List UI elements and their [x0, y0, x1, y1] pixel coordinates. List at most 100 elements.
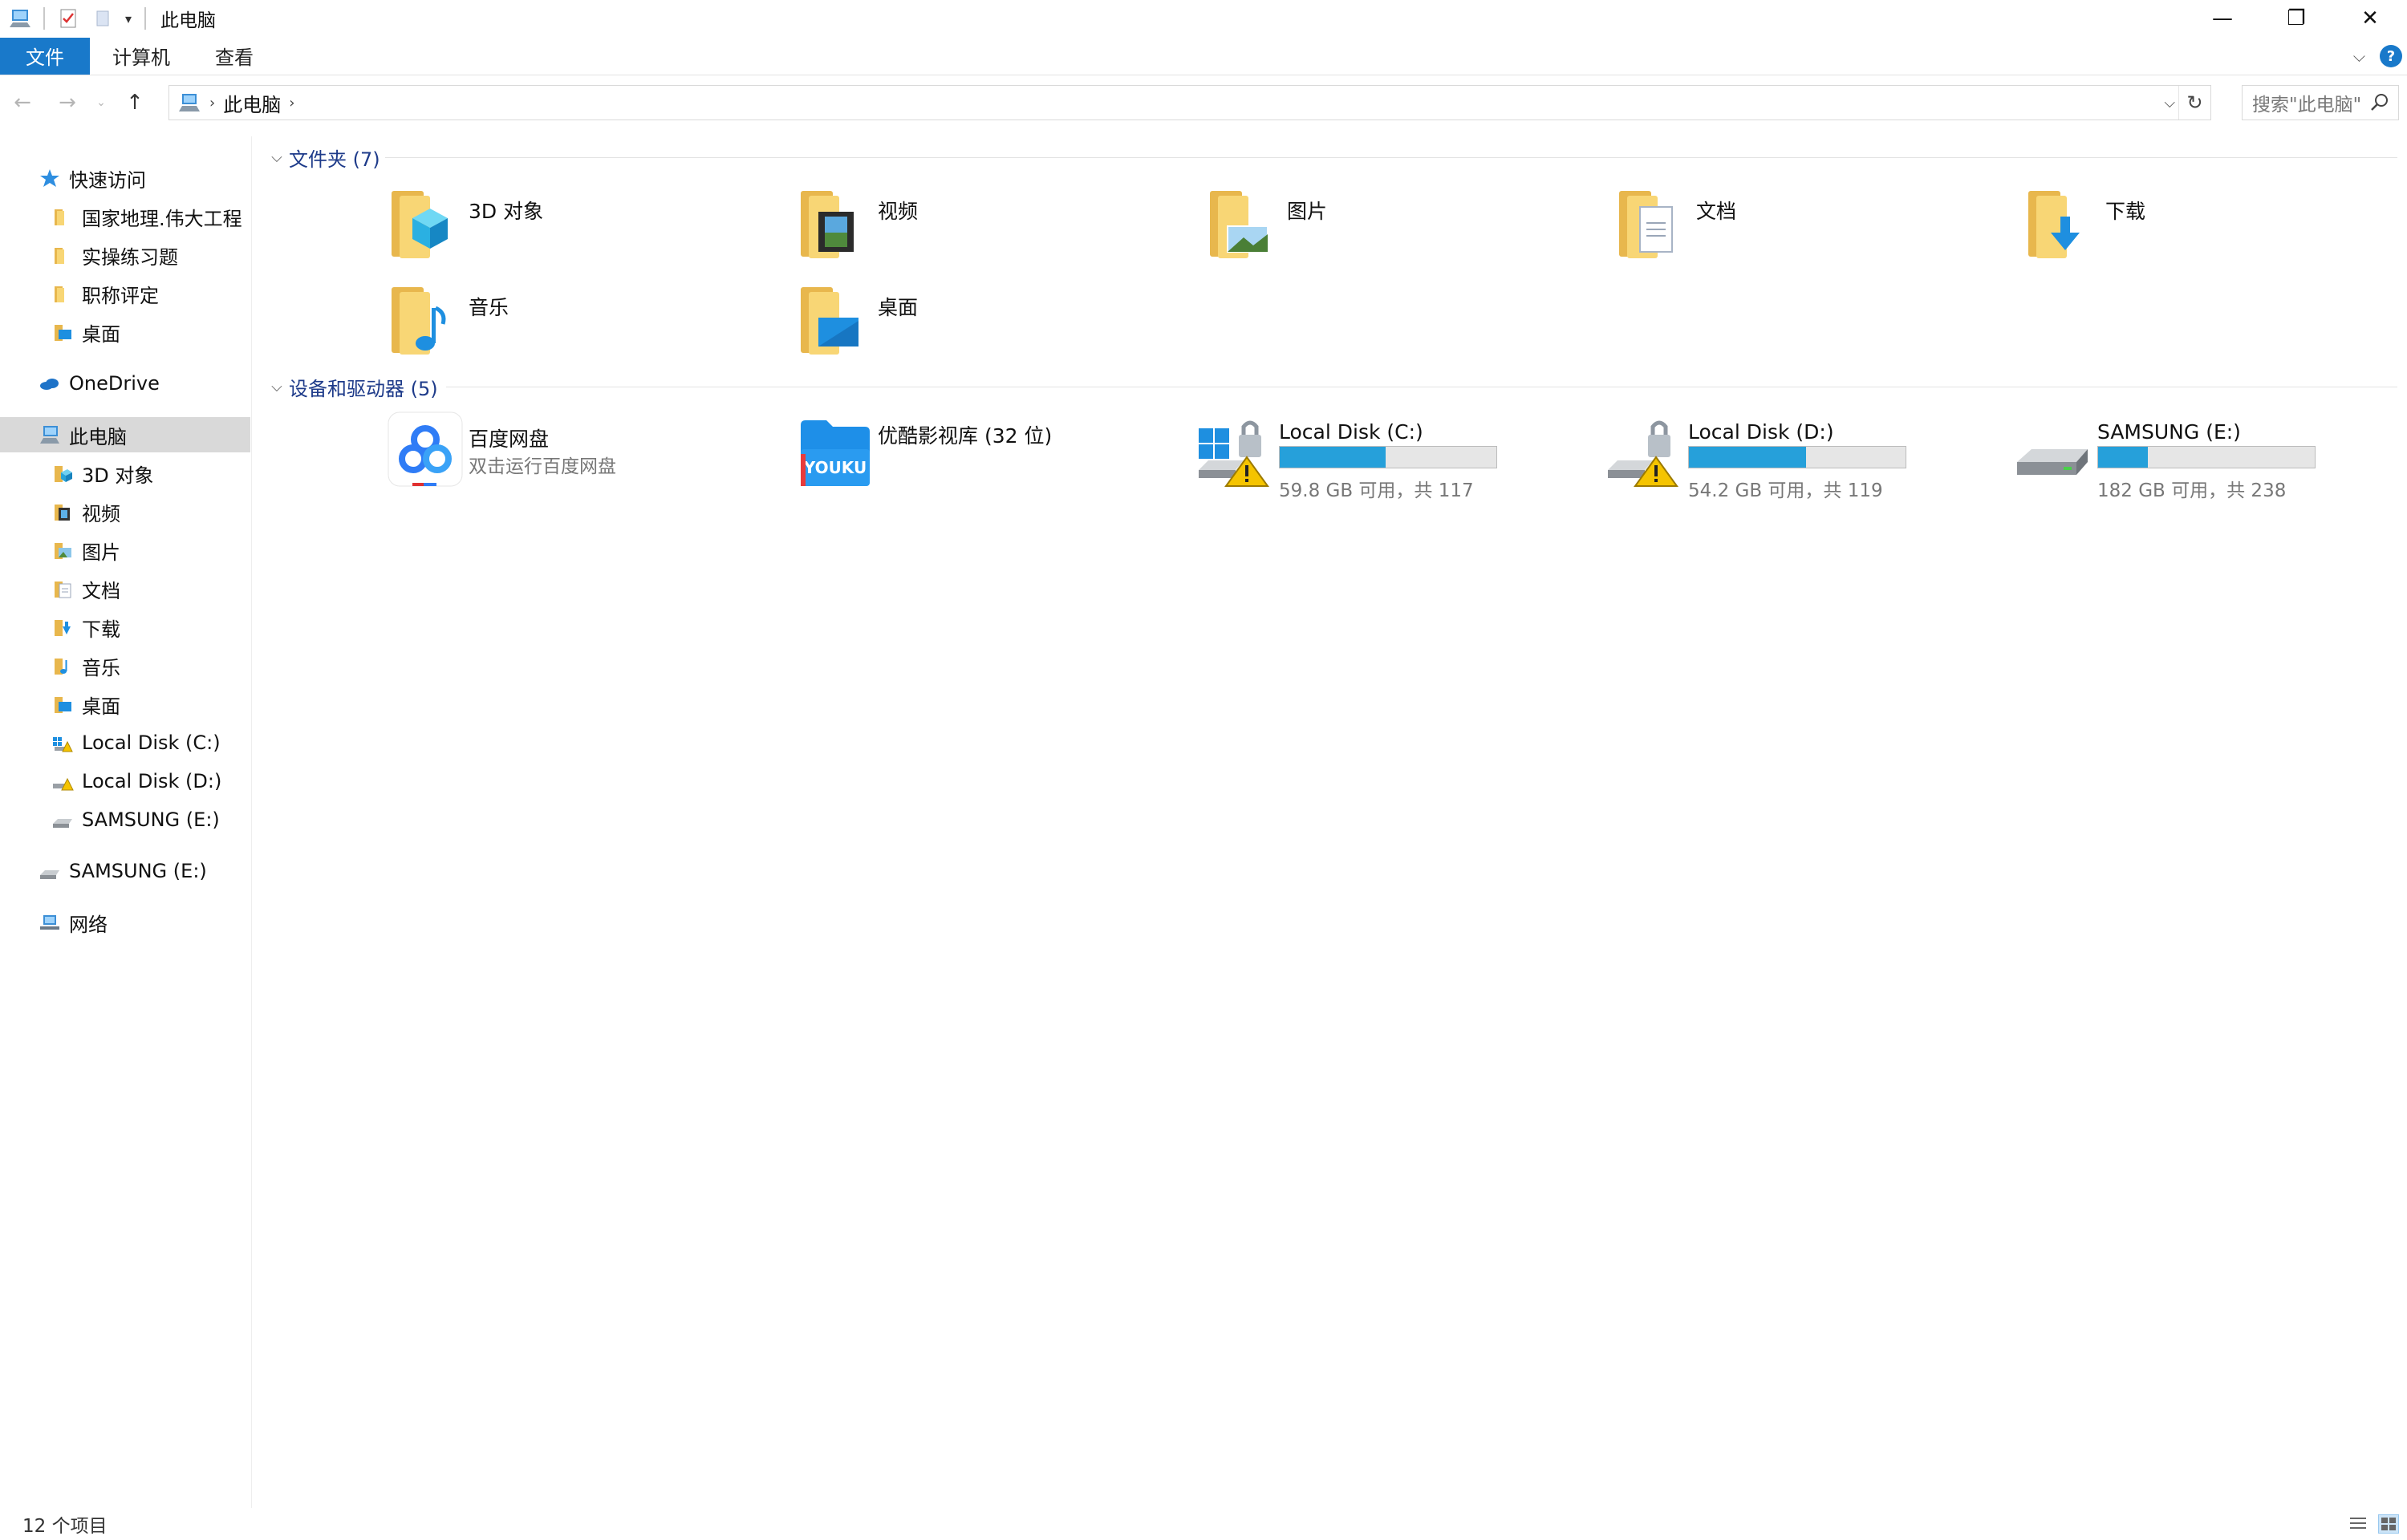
sidebar-item-quick-3[interactable]: 职称评定: [0, 276, 250, 311]
sidebar-item-label: 网络: [69, 913, 108, 936]
folder-videos[interactable]: 视频: [794, 184, 1195, 281]
properties-icon[interactable]: [56, 6, 80, 30]
tab-file[interactable]: 文件: [0, 37, 90, 75]
folder-icon: [51, 245, 74, 265]
address-bar[interactable]: › 此电脑 › ⌵ ↻: [168, 85, 2211, 120]
sidebar-item-desktop[interactable]: 桌面: [0, 687, 250, 722]
sidebar-item-quick-1[interactable]: 国家地理.伟大工程: [0, 199, 250, 234]
expand-ribbon-icon[interactable]: ⌵: [2353, 47, 2365, 66]
folder-3d-objects[interactable]: 3D 对象: [385, 184, 786, 281]
tile-label: SAMSUNG (E:): [2097, 420, 2241, 444]
tile-label: Local Disk (D:): [1688, 420, 1834, 444]
tile-label: 百度网盘: [469, 428, 550, 451]
close-button[interactable]: ✕: [2333, 0, 2407, 37]
drive-d[interactable]: Local Disk (D:) 54.2 GB 可用，共 119: [1605, 409, 2006, 505]
sidebar-item-music[interactable]: 音乐: [0, 648, 250, 683]
minimize-button[interactable]: —: [2186, 0, 2259, 37]
sidebar-item-label: 桌面: [82, 322, 120, 346]
drive-e[interactable]: SAMSUNG (E:) 182 GB 可用，共 238: [2014, 409, 2407, 505]
sidebar-item-quick-2[interactable]: 实操练习题: [0, 237, 250, 273]
3d-objects-folder-icon: [385, 184, 465, 265]
sidebar-item-label: SAMSUNG (E:): [82, 808, 220, 831]
system-drive-lock-warning-icon: [1195, 409, 1276, 489]
drive-usage-fill: [1689, 447, 1806, 468]
folder-pictures[interactable]: 图片: [1204, 184, 1605, 281]
folder-documents[interactable]: 文档: [1613, 184, 2014, 281]
sidebar-item-downloads[interactable]: 下载: [0, 610, 250, 645]
pictures-folder-icon: [51, 540, 74, 561]
sidebar-item-drive-d[interactable]: Local Disk (D:): [0, 764, 250, 799]
downloads-folder-icon: [51, 617, 74, 638]
tile-label: 下载: [2105, 200, 2146, 223]
view-toggles: [2348, 1514, 2399, 1534]
sidebar-item-drive-e[interactable]: SAMSUNG (E:): [0, 802, 250, 837]
new-folder-icon[interactable]: [90, 6, 114, 30]
item-count: 12 个项目: [22, 1516, 108, 1537]
folder-icon: [51, 283, 74, 304]
collapse-chevron-icon[interactable]: ⌵: [265, 379, 289, 395]
sidebar-item-documents[interactable]: 文档: [0, 571, 250, 606]
music-folder-icon: [385, 281, 465, 361]
app-baidu-netdisk[interactable]: 百度网盘 双击运行百度网盘: [385, 409, 786, 505]
large-icons-view-icon[interactable]: [2378, 1514, 2399, 1534]
up-button[interactable]: ↑: [112, 82, 157, 124]
folder-music[interactable]: 音乐: [385, 281, 786, 377]
group-header-devices[interactable]: ⌵ 设备和驱动器 (5): [265, 371, 437, 403]
tile-sub-label: 双击运行百度网盘: [469, 456, 616, 477]
breadcrumb-chevron-icon[interactable]: ›: [209, 95, 215, 111]
breadcrumb-chevron-icon[interactable]: ›: [289, 95, 294, 111]
restore-button[interactable]: ❐: [2259, 0, 2333, 37]
desktop-folder-icon: [794, 281, 875, 361]
sidebar-item-3d-objects[interactable]: 3D 对象: [0, 456, 250, 491]
sidebar-item-network[interactable]: 网络: [0, 905, 250, 940]
address-dropdown-icon[interactable]: ⌵: [2164, 95, 2175, 111]
refresh-button[interactable]: ↻: [2178, 86, 2210, 120]
drive-usage-bar: [2097, 446, 2316, 468]
sidebar-item-drive-c[interactable]: Local Disk (C:): [0, 725, 250, 760]
youku-icon: YOUKU: [794, 409, 875, 489]
help-icon[interactable]: ?: [2380, 45, 2402, 67]
sidebar-item-quick-desktop[interactable]: 桌面: [0, 314, 250, 350]
search-icon[interactable]: [2369, 92, 2390, 113]
music-folder-icon: [51, 655, 74, 676]
drive-lock-warning-icon: [1605, 409, 1685, 489]
forward-button[interactable]: →: [45, 82, 90, 124]
group-header-folders[interactable]: ⌵ 文件夹 (7): [265, 141, 380, 173]
sidebar-item-label: 快速访问: [69, 168, 146, 192]
tile-label: 音乐: [469, 296, 509, 319]
pictures-folder-icon: [1204, 184, 1284, 265]
sidebar-item-videos[interactable]: 视频: [0, 494, 250, 529]
sidebar-item-label: 实操练习题: [82, 245, 178, 269]
hard-drive-icon: [2014, 409, 2094, 489]
search-box[interactable]: 搜索"此电脑": [2242, 85, 2399, 120]
folder-downloads[interactable]: 下载: [2022, 184, 2407, 281]
recent-locations-button[interactable]: ⌄: [90, 82, 112, 124]
computer-icon[interactable]: [8, 6, 32, 30]
drive-c[interactable]: Local Disk (C:) 59.8 GB 可用，共 117: [1195, 409, 1597, 505]
tile-label: 桌面: [878, 296, 919, 319]
content-pane: ⌵ 文件夹 (7) 3D 对象 视频 图片 文档 下载 音乐 桌面 ⌵ 设备和驱…: [265, 136, 2407, 1508]
sidebar-item-samsung[interactable]: SAMSUNG (E:): [0, 853, 250, 889]
app-youku[interactable]: YOUKU 优酷影视库 (32 位): [794, 409, 1195, 505]
documents-folder-icon: [1613, 184, 1693, 265]
details-view-icon[interactable]: [2348, 1514, 2368, 1534]
sidebar-item-label: 国家地理.伟大工程: [82, 207, 242, 230]
sidebar-item-pictures[interactable]: 图片: [0, 533, 250, 568]
tile-label: Local Disk (C:): [1279, 420, 1423, 444]
3d-objects-folder-icon: [51, 463, 74, 484]
sidebar-item-quick-access[interactable]: 快速访问: [0, 160, 250, 196]
sidebar-item-this-pc[interactable]: 此电脑: [0, 417, 250, 452]
desktop-folder-icon: [51, 694, 74, 715]
collapse-chevron-icon[interactable]: ⌵: [265, 149, 289, 166]
tab-view[interactable]: 查看: [193, 38, 276, 75]
back-button[interactable]: ←: [0, 82, 45, 124]
customize-toolbar-icon[interactable]: ▾: [125, 11, 132, 26]
breadcrumb-this-pc[interactable]: 此电脑: [223, 89, 281, 117]
sidebar-item-label: 视频: [82, 502, 120, 525]
folder-desktop[interactable]: 桌面: [794, 281, 1195, 377]
sidebar-item-onedrive[interactable]: OneDrive: [0, 366, 250, 401]
tab-computer[interactable]: 计算机: [90, 38, 193, 75]
sidebar-item-label: SAMSUNG (E:): [69, 860, 207, 882]
sidebar-item-label: Local Disk (C:): [82, 732, 221, 754]
navigation-pane: 快速访问 国家地理.伟大工程 实操练习题 职称评定 桌面 OneDrive 此电…: [0, 136, 252, 1508]
